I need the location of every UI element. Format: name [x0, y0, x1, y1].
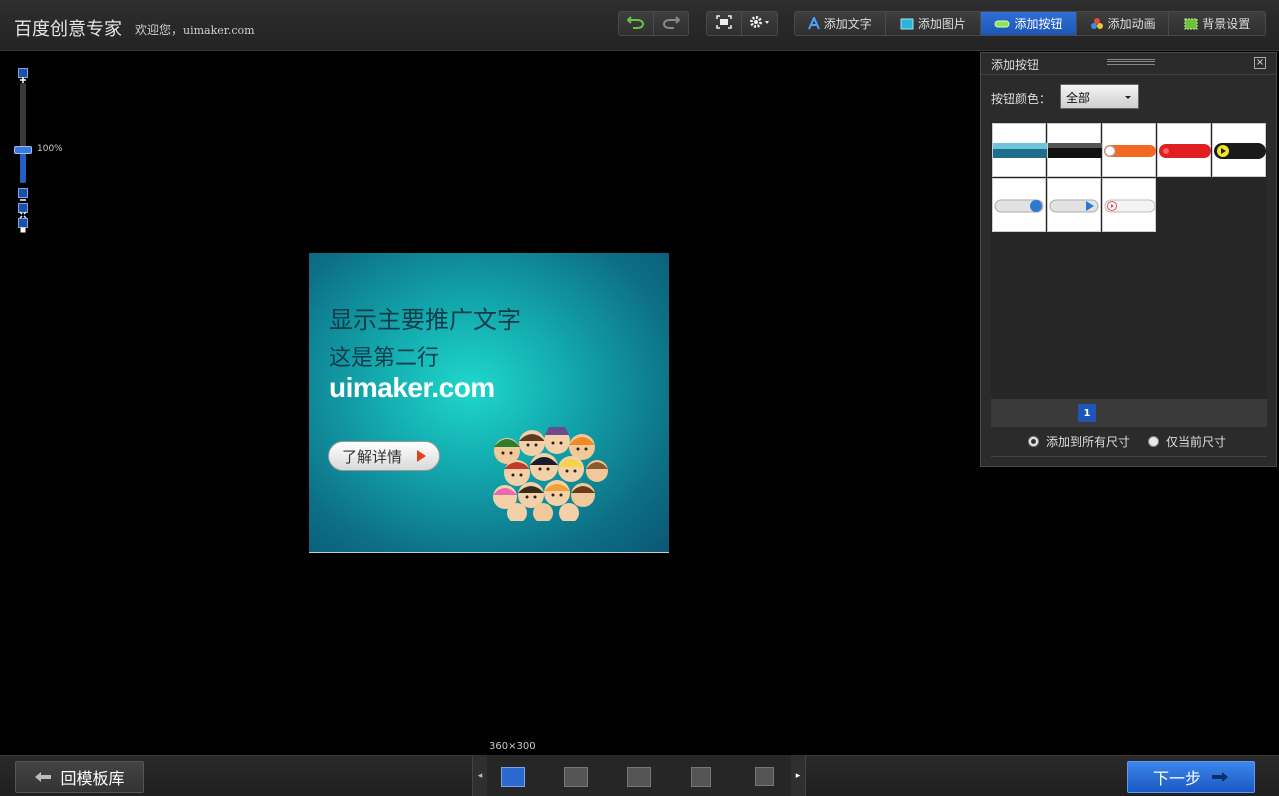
redo-icon [662, 15, 681, 32]
tab-add-text[interactable]: 添加文字 [795, 12, 886, 35]
button-style-tile[interactable] [1212, 123, 1266, 177]
add-tools-group: 添加文字 添加图片 添加按钮 添加动画 背景设置 [794, 11, 1266, 36]
page-number-button[interactable]: 1 [1078, 404, 1096, 422]
back-to-templates-button[interactable]: 回模板库 [15, 761, 144, 793]
tab-add-button[interactable]: 添加按钮 [981, 12, 1077, 35]
button-style-tile[interactable] [1047, 178, 1101, 232]
banner-text-line2[interactable]: 这是第二行 [329, 340, 439, 372]
history-group [618, 11, 689, 36]
size-thumbnail-strip: ◂ ▸ [472, 755, 806, 796]
fullscreen-icon [716, 15, 732, 32]
view-group [706, 11, 778, 36]
cartoon-crowd-image[interactable] [487, 421, 617, 521]
tab-add-image[interactable]: 添加图片 [886, 12, 982, 35]
tab-background-settings[interactable]: 背景设置 [1169, 12, 1265, 35]
button-color-value: 全部 [1066, 91, 1091, 105]
button-style-tile[interactable] [1102, 178, 1156, 232]
close-icon[interactable]: × [1254, 57, 1266, 69]
radio-current-size-label: 仅当前尺寸 [1166, 435, 1227, 449]
chevron-down-icon [1125, 96, 1131, 99]
panel-title: 添加按钮 [991, 58, 1040, 72]
tab-add-animation[interactable]: 添加动画 [1077, 12, 1170, 35]
next-step-label: 下一步 [1152, 769, 1201, 788]
add-button-panel: 添加按钮 × 按钮颜色： 全部 1 添加到所有尺寸 仅当前尺寸 [980, 52, 1277, 467]
banner-text-line1[interactable]: 显示主要推广文字 [329, 300, 521, 335]
chevron-right-icon: ▸ [795, 770, 801, 781]
size-thumbnail[interactable] [755, 767, 774, 786]
pagination: 1 [991, 399, 1267, 427]
canvas-size-label: 360×300 [489, 741, 536, 752]
background-icon [1184, 18, 1198, 30]
button-style-tile[interactable] [1102, 123, 1156, 177]
play-arrow-icon [417, 450, 426, 462]
text-icon [807, 17, 820, 30]
zoom-slider-thumb[interactable] [14, 146, 32, 154]
zoom-in-button[interactable] [18, 68, 28, 83]
banner-cta-button[interactable]: 了解详情 [328, 441, 440, 471]
scroll-right-button[interactable]: ▸ [791, 755, 805, 796]
welcome-text: 欢迎您，uimaker.com [135, 21, 255, 38]
button-style-grid [991, 122, 1267, 399]
arrow-right-icon [1211, 771, 1229, 783]
zoom-slider-fill [20, 150, 26, 183]
next-step-button[interactable]: 下一步 [1127, 761, 1255, 793]
zoom-out-button[interactable] [18, 188, 28, 201]
button-style-tile[interactable] [992, 178, 1046, 232]
app-root: 百度创意专家 欢迎您，uimaker.com 添加文字 添加图片 添加按钮 添加… [0, 0, 1279, 796]
button-style-tile[interactable] [992, 123, 1047, 177]
size-thumbnail[interactable] [501, 767, 525, 787]
animation-icon [1090, 17, 1104, 31]
scroll-left-button[interactable]: ◂ [473, 755, 487, 796]
banner-canvas[interactable]: 显示主要推广文字 这是第二行 uimaker.com 了解详情 [309, 253, 669, 553]
tab-add-text-label: 添加文字 [823, 17, 872, 31]
tab-add-button-label: 添加按钮 [1014, 17, 1063, 31]
image-icon [900, 18, 914, 30]
top-bar: 百度创意专家 欢迎您，uimaker.com 添加文字 添加图片 添加按钮 添加… [0, 0, 1279, 51]
button-icon [994, 19, 1010, 29]
arrow-left-icon [34, 771, 52, 783]
welcome-label: 欢迎您， [135, 23, 184, 37]
drag-handle-icon[interactable] [1107, 59, 1155, 65]
size-thumbnail[interactable] [564, 767, 588, 787]
username[interactable]: uimaker.com [183, 24, 255, 37]
app-title: 百度创意专家 [14, 19, 122, 40]
undo-button[interactable] [619, 12, 654, 35]
chevron-left-icon: ◂ [477, 770, 483, 781]
redo-button[interactable] [654, 12, 688, 35]
radio-add-all-sizes[interactable]: 添加到所有尺寸 [1028, 433, 1130, 450]
zoom-fit-button[interactable] [18, 203, 28, 219]
gear-icon [749, 15, 771, 32]
radio-add-all-sizes-label: 添加到所有尺寸 [1046, 435, 1131, 449]
zoom-level: 100% [37, 144, 63, 154]
radio-current-size-only[interactable]: 仅当前尺寸 [1148, 433, 1226, 450]
button-style-tile[interactable] [1157, 123, 1211, 177]
tab-add-animation-label: 添加动画 [1107, 17, 1156, 31]
tab-add-image-label: 添加图片 [917, 17, 966, 31]
radio-unselected-icon [1148, 436, 1159, 447]
button-style-tile[interactable] [1047, 123, 1102, 177]
settings-button[interactable] [742, 12, 777, 35]
size-thumbnail[interactable] [691, 767, 711, 787]
zoom-actual-size-button[interactable] [18, 218, 28, 233]
size-thumbnail[interactable] [627, 767, 651, 787]
button-color-label: 按钮颜色： [991, 92, 1052, 106]
banner-cta-label: 了解详情 [342, 447, 403, 466]
fullscreen-button[interactable] [707, 12, 742, 35]
banner-text-line3[interactable]: uimaker.com [329, 372, 495, 404]
panel-header[interactable]: 添加按钮 × [981, 53, 1276, 75]
back-to-templates-label: 回模板库 [60, 769, 125, 788]
panel-divider [991, 456, 1267, 457]
actual-size-icon [20, 227, 26, 233]
undo-icon [626, 15, 645, 32]
tab-background-settings-label: 背景设置 [1202, 17, 1251, 31]
button-color-select[interactable]: 全部 [1060, 84, 1139, 109]
radio-selected-icon [1028, 436, 1039, 447]
